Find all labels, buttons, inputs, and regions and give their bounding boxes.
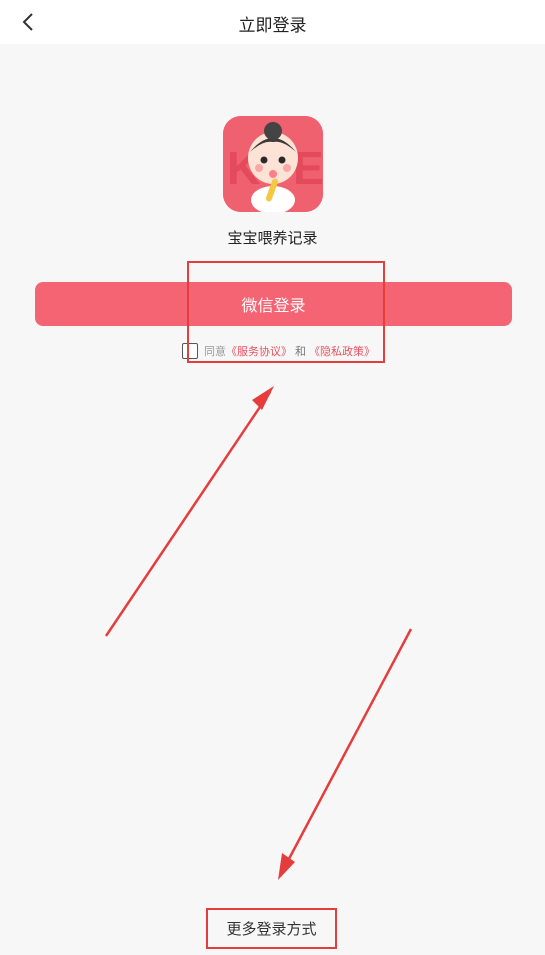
app-logo: K E (223, 116, 323, 212)
page-title: 立即登录 (238, 16, 307, 36)
arrow-up-head (252, 386, 274, 410)
svg-text:E: E (293, 142, 323, 194)
arrow-down-head (278, 853, 295, 880)
arrow-up (104, 391, 272, 637)
app-name: 宝宝喂养记录 (227, 229, 318, 247)
top-bar: 立即登录 (0, 0, 545, 44)
login-page: 立即登录 K E 宝宝喂养记录 微信登录 同意 《服务协议》 和 《隐私政策》 (0, 0, 545, 955)
arrow-down (280, 628, 413, 873)
baby-logo-icon: K E (223, 116, 323, 212)
more-login-methods-link[interactable]: 更多登录方式 (206, 918, 337, 939)
annotation-box-top (187, 261, 385, 363)
